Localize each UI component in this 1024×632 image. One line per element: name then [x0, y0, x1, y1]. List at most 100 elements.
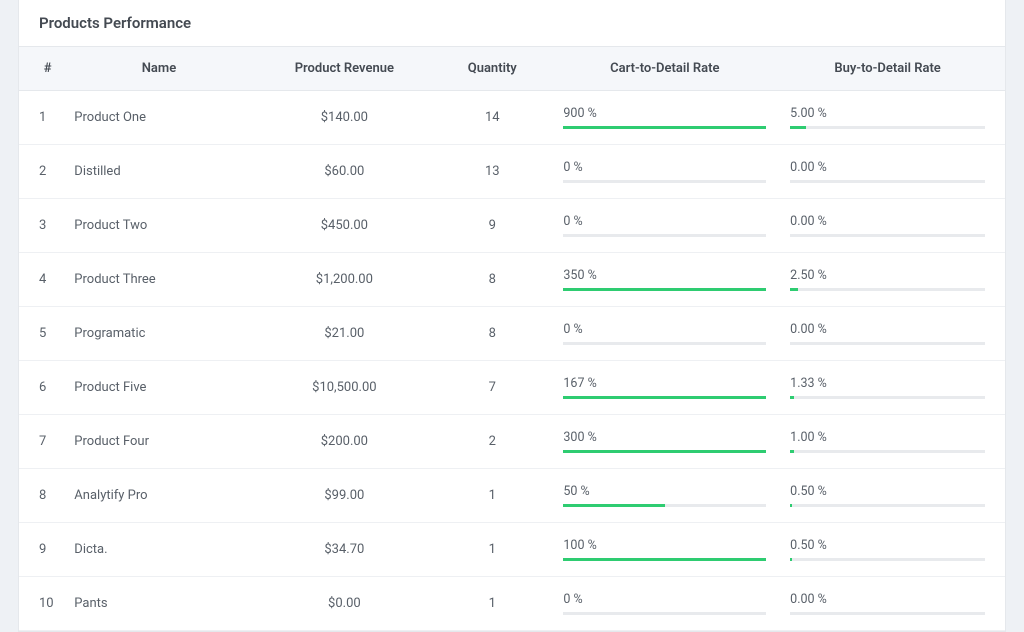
buy-rate-bar [790, 180, 985, 183]
cart-rate-value: 350 % [563, 268, 766, 283]
col-header-buy[interactable]: Buy-to-Detail Rate [778, 47, 1005, 91]
table-row: 1Product One$140.0014 900 % 5.00 % [19, 91, 1005, 145]
card-title: Products Performance [19, 0, 1005, 46]
col-header-qty[interactable]: Quantity [433, 47, 551, 91]
cell-num: 10 [19, 577, 68, 631]
buy-rate-value: 1.00 % [790, 430, 985, 445]
table-row: 4Product Three$1,200.008350 %2.50 % [19, 253, 1005, 307]
cart-rate-bar [563, 558, 766, 561]
cell-buy-rate: 0.00 % [778, 199, 1005, 253]
buy-rate-value: 0.00 % [790, 592, 985, 607]
cell-buy-rate: 0.00 % [778, 307, 1005, 361]
table-row: 10Pants$0.001 0 % 0.00 % [19, 577, 1005, 631]
cell-cart-rate: 167 % [551, 361, 778, 415]
cell-buy-rate: 0.00 % [778, 145, 1005, 199]
cell-revenue: $140.00 [256, 91, 433, 145]
cell-buy-rate: 1.33 % [778, 361, 1005, 415]
cell-cart-rate: 50 % [551, 469, 778, 523]
buy-rate-value: 0.00 % [790, 322, 985, 337]
table-row: 9Dicta.$34.701100 %0.50 % [19, 523, 1005, 577]
cell-num: 1 [19, 91, 68, 145]
cell-name: Product Three [68, 253, 255, 307]
table-row: 8Analytify Pro$99.001 50 % 0.50 % [19, 469, 1005, 523]
cell-name: Product One [68, 91, 255, 145]
table-row: 5Programatic$21.0080 %0.00 % [19, 307, 1005, 361]
cell-cart-rate: 0 % [551, 145, 778, 199]
cell-name: Product Five [68, 361, 255, 415]
cell-num: 4 [19, 253, 68, 307]
cell-quantity: 1 [433, 577, 551, 631]
cart-rate-value: 0 % [563, 214, 766, 229]
cell-name: Pants [68, 577, 255, 631]
cell-revenue: $34.70 [256, 523, 433, 577]
buy-rate-bar [790, 504, 985, 507]
cell-cart-rate: 0 % [551, 199, 778, 253]
cell-quantity: 2 [433, 415, 551, 469]
cart-rate-bar [563, 612, 766, 615]
cell-num: 2 [19, 145, 68, 199]
cart-rate-bar [563, 342, 766, 345]
cell-buy-rate: 0.50 % [778, 523, 1005, 577]
cell-name: Dicta. [68, 523, 255, 577]
cart-rate-value: 0 % [563, 160, 766, 175]
cell-cart-rate: 350 % [551, 253, 778, 307]
cell-buy-rate: 2.50 % [778, 253, 1005, 307]
table-row: 2Distilled$60.00130 %0.00 % [19, 145, 1005, 199]
col-header-num[interactable]: # [19, 47, 68, 91]
buy-rate-bar [790, 396, 985, 399]
cell-num: 9 [19, 523, 68, 577]
cell-name: Analytify Pro [68, 469, 255, 523]
cell-revenue: $200.00 [256, 415, 433, 469]
buy-rate-value: 0.00 % [790, 160, 985, 175]
cart-rate-bar [563, 396, 766, 399]
table-row: 3Product Two$450.0090 %0.00 % [19, 199, 1005, 253]
cell-name: Product Two [68, 199, 255, 253]
table-row: 6Product Five$10,500.007167 %1.33 % [19, 361, 1005, 415]
cart-rate-value: 167 % [563, 376, 766, 391]
col-header-cart[interactable]: Cart-to-Detail Rate [551, 47, 778, 91]
table-header-row: # Name Product Revenue Quantity Cart-to-… [19, 47, 1005, 91]
col-header-revenue[interactable]: Product Revenue [256, 47, 433, 91]
cell-num: 6 [19, 361, 68, 415]
table-row: 7Product Four$200.002300 %1.00 % [19, 415, 1005, 469]
cell-cart-rate: 900 % [551, 91, 778, 145]
cell-cart-rate: 300 % [551, 415, 778, 469]
cell-cart-rate: 0 % [551, 307, 778, 361]
cell-revenue: $99.00 [256, 469, 433, 523]
buy-rate-bar [790, 126, 985, 129]
buy-rate-bar [790, 612, 985, 615]
cell-quantity: 14 [433, 91, 551, 145]
buy-rate-bar [790, 288, 985, 291]
cell-quantity: 8 [433, 307, 551, 361]
products-performance-card: Products Performance # Name Product Reve… [18, 0, 1006, 632]
cart-rate-bar [563, 504, 766, 507]
cell-num: 8 [19, 469, 68, 523]
cart-rate-bar [563, 288, 766, 291]
cell-buy-rate: 5.00 % [778, 91, 1005, 145]
cell-buy-rate: 0.00 % [778, 577, 1005, 631]
cell-cart-rate: 0 % [551, 577, 778, 631]
cart-rate-value: 0 % [563, 592, 766, 607]
cart-rate-bar [563, 450, 766, 453]
cell-revenue: $450.00 [256, 199, 433, 253]
cell-quantity: 13 [433, 145, 551, 199]
col-header-name[interactable]: Name [68, 47, 255, 91]
cell-quantity: 7 [433, 361, 551, 415]
cell-quantity: 1 [433, 469, 551, 523]
buy-rate-value: 1.33 % [790, 376, 985, 391]
buy-rate-value: 5.00 % [790, 106, 985, 121]
buy-rate-bar [790, 342, 985, 345]
buy-rate-value: 0.00 % [790, 214, 985, 229]
cart-rate-value: 50 % [563, 484, 766, 499]
cell-cart-rate: 100 % [551, 523, 778, 577]
cart-rate-value: 900 % [563, 106, 766, 121]
cell-num: 3 [19, 199, 68, 253]
buy-rate-bar [790, 450, 985, 453]
buy-rate-bar [790, 234, 985, 237]
cell-revenue: $60.00 [256, 145, 433, 199]
cell-revenue: $0.00 [256, 577, 433, 631]
cart-rate-bar [563, 180, 766, 183]
cell-buy-rate: 1.00 % [778, 415, 1005, 469]
cell-num: 7 [19, 415, 68, 469]
buy-rate-value: 0.50 % [790, 484, 985, 499]
